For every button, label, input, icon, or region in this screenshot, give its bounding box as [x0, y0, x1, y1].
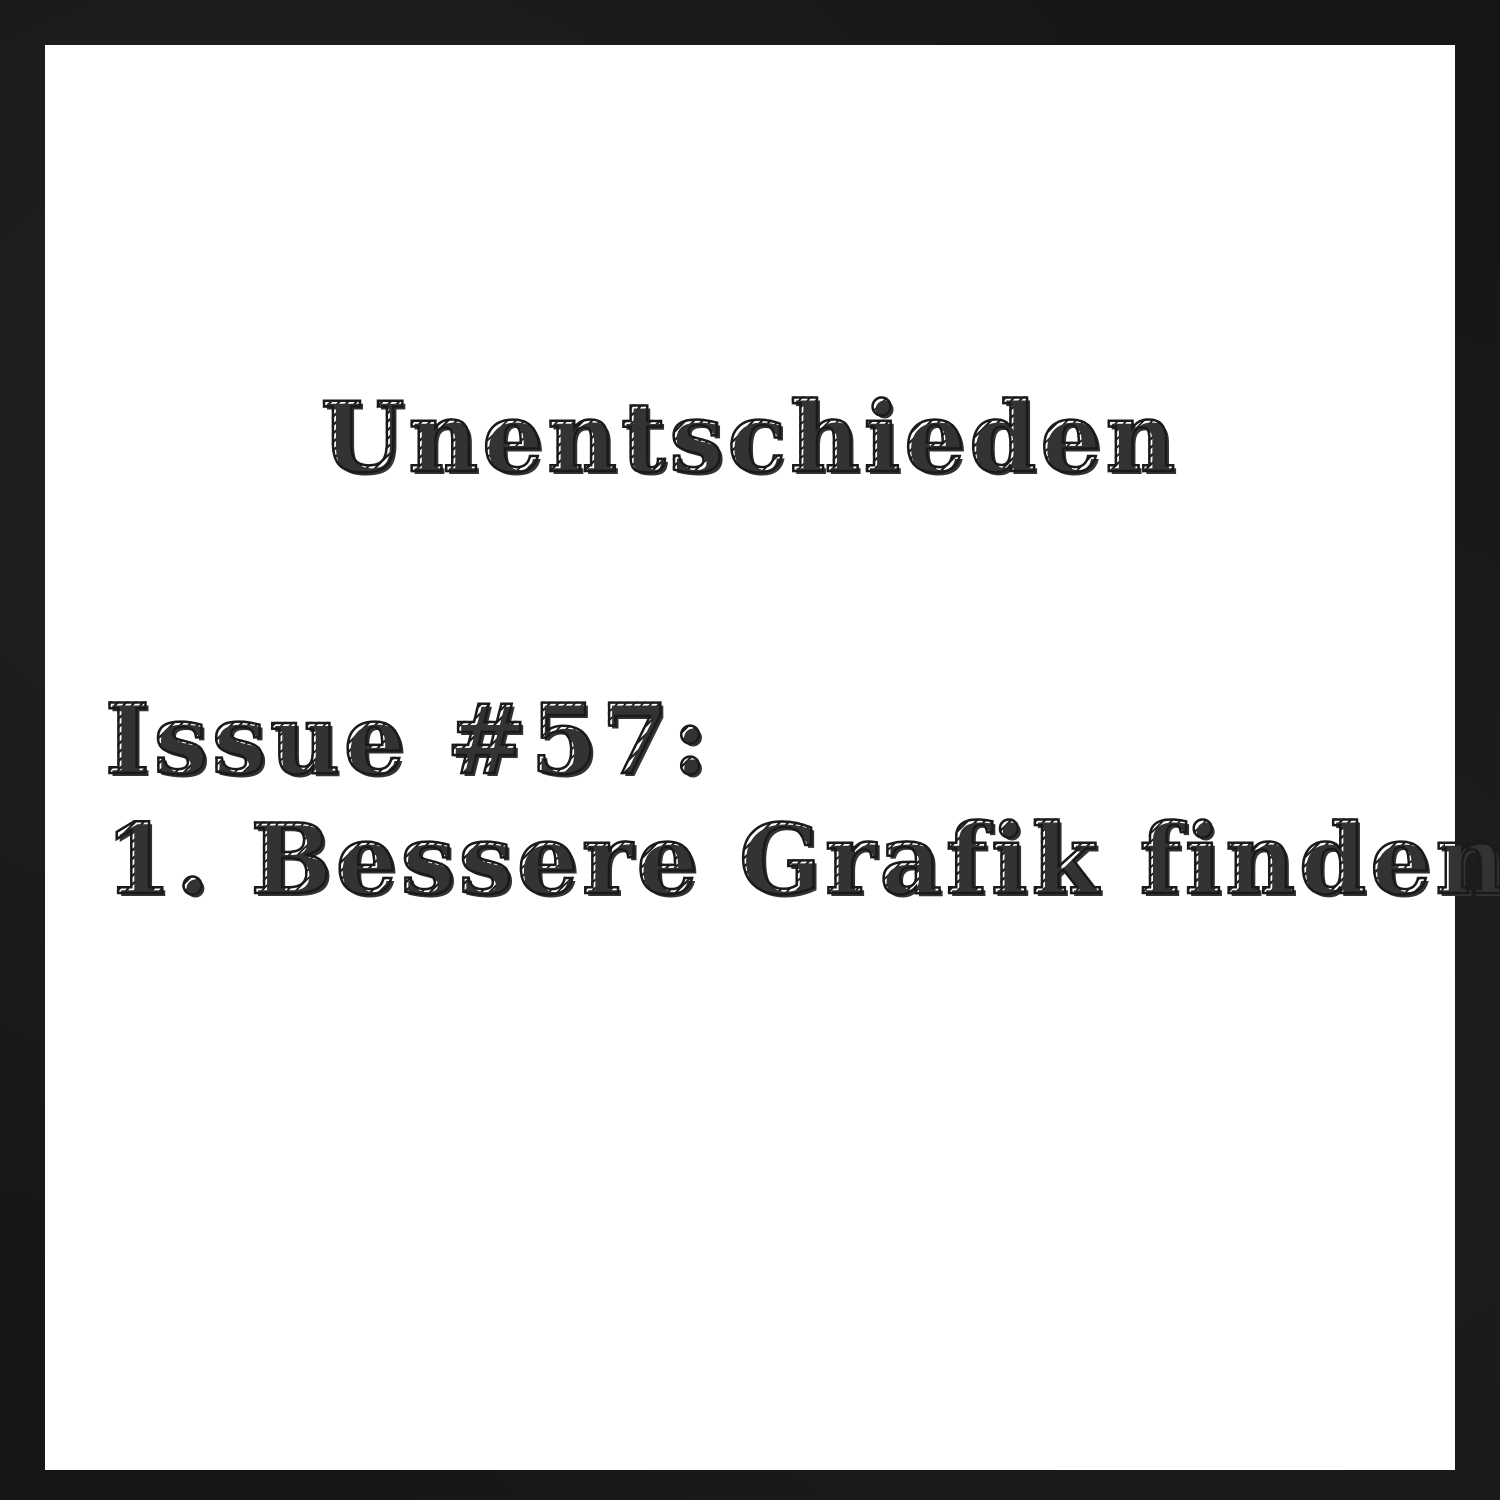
issue-heading: Issue #57: [104, 680, 1445, 800]
issue-item: 1. Bessere Grafik finden [104, 800, 1500, 920]
white-card: Unentschieden Issue #57: 1. Bessere Graf… [45, 45, 1500, 1470]
issue-block: Issue #57: 1. Bessere Grafik finden [104, 680, 1500, 920]
chalkboard-frame: Unentschieden Issue #57: 1. Bessere Graf… [0, 0, 1500, 1500]
title-text: Unentschieden [45, 380, 1455, 496]
